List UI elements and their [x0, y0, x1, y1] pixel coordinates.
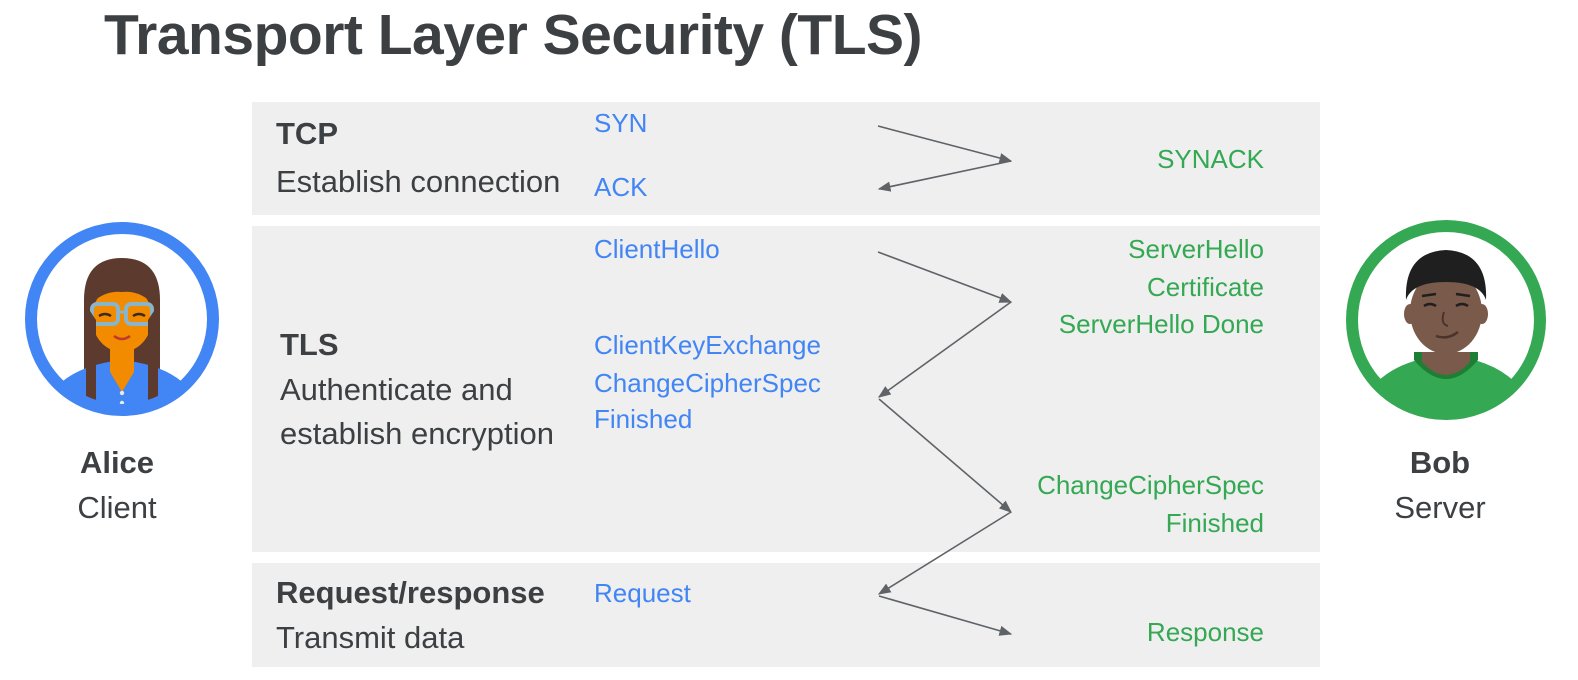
client-role: Client — [77, 490, 157, 525]
server-role: Server — [1394, 490, 1486, 525]
client-name: Alice — [79, 445, 155, 480]
server-name: Bob — [1409, 445, 1471, 480]
bob-avatar — [1346, 220, 1546, 420]
